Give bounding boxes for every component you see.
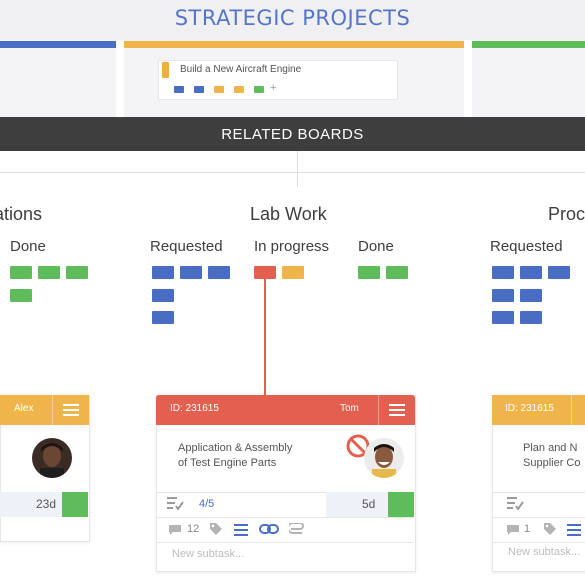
mini-card[interactable] xyxy=(10,266,32,279)
epic-progress-square xyxy=(214,86,224,93)
mini-card[interactable] xyxy=(520,289,542,302)
connector-horizontal xyxy=(0,172,585,173)
mini-card[interactable] xyxy=(386,266,408,279)
card-title-line-1: Plan and N xyxy=(523,442,578,454)
tag-icon[interactable] xyxy=(209,522,223,541)
card-title-line-2: of Test Engine Parts xyxy=(178,457,277,469)
menu-icon xyxy=(63,404,79,406)
board-title-production[interactable]: Proc xyxy=(548,204,585,225)
mini-card[interactable] xyxy=(358,266,380,279)
attachment-icon[interactable] xyxy=(287,522,307,540)
column-label-requested: Requested xyxy=(490,238,563,255)
new-subtask-input[interactable]: New subtask... xyxy=(172,548,244,560)
card-days: 23d xyxy=(36,497,57,511)
mini-card[interactable] xyxy=(492,289,514,302)
menu-icon xyxy=(63,409,79,411)
column-label-done: Done xyxy=(358,238,394,255)
card-header-divider xyxy=(571,395,572,425)
mini-card[interactable] xyxy=(492,266,514,279)
column-label-done: Done xyxy=(10,238,46,255)
avatar xyxy=(364,438,404,478)
epic-progress-square xyxy=(194,86,204,93)
tag-icon[interactable] xyxy=(543,522,557,541)
card-menu-button[interactable] xyxy=(378,395,415,425)
column-label-in-progress: In progress xyxy=(254,238,330,255)
mini-card[interactable] xyxy=(208,266,230,279)
mini-card[interactable] xyxy=(520,311,542,324)
link-icon[interactable] xyxy=(259,522,279,540)
menu-icon xyxy=(389,404,405,406)
epic-color-marker xyxy=(162,62,169,78)
mini-card-selected[interactable] xyxy=(254,266,276,279)
epic-progress-square xyxy=(234,86,244,93)
comment-count: 12 xyxy=(187,523,200,535)
new-subtask-input[interactable]: New subtask... xyxy=(508,546,580,558)
card-id: ID: 231615 xyxy=(505,403,554,414)
card-divider xyxy=(156,517,414,518)
menu-icon xyxy=(389,409,405,411)
add-icon[interactable]: + xyxy=(270,83,276,94)
status-box xyxy=(388,492,414,517)
card-days: 5d xyxy=(362,497,376,511)
card-owner: Alex xyxy=(14,403,34,414)
card-menu-button[interactable] xyxy=(52,395,89,425)
avatar xyxy=(32,438,72,478)
lane-left-color-bar xyxy=(0,41,116,48)
card-divider xyxy=(156,542,414,543)
checklist-icon[interactable] xyxy=(506,496,524,515)
card-divider xyxy=(492,517,585,518)
mini-card[interactable] xyxy=(10,289,32,302)
connector-vertical xyxy=(297,151,298,187)
epic-title: Build a New Aircraft Engine xyxy=(180,64,302,75)
mini-card[interactable] xyxy=(492,311,514,324)
description-icon[interactable] xyxy=(234,523,248,541)
related-boards-title: RELATED BOARDS xyxy=(221,126,364,143)
card-id: ID: 231615 xyxy=(170,403,219,414)
lane-right-color-bar xyxy=(472,41,585,48)
epic-progress-square xyxy=(254,86,264,93)
mini-card[interactable] xyxy=(152,266,174,279)
mini-card[interactable] xyxy=(38,266,60,279)
checklist-icon[interactable] xyxy=(166,496,184,515)
comment-icon[interactable] xyxy=(168,523,182,541)
mini-card[interactable] xyxy=(180,266,202,279)
card-divider xyxy=(492,542,585,543)
strategic-projects-title: STRATEGIC PROJECTS xyxy=(174,6,411,30)
menu-icon xyxy=(63,414,79,416)
card-days-cell xyxy=(326,492,388,517)
lane-right xyxy=(472,40,585,118)
column-label-requested: Requested xyxy=(150,238,223,255)
card-link-line xyxy=(264,279,266,395)
status-box xyxy=(62,492,88,517)
board-title-lab-work[interactable]: Lab Work xyxy=(250,204,327,225)
lane-left xyxy=(0,40,116,118)
mini-card[interactable] xyxy=(152,311,174,324)
card-divider xyxy=(492,492,585,493)
epic-progress-square xyxy=(174,86,184,93)
lane-center-color-bar xyxy=(124,41,464,48)
board-title-operations[interactable]: ations xyxy=(0,204,42,225)
mini-card[interactable] xyxy=(548,266,570,279)
menu-icon xyxy=(389,414,405,416)
card-owner: Tom xyxy=(340,403,359,414)
mini-card[interactable] xyxy=(66,266,88,279)
comment-count: 1 xyxy=(524,523,531,535)
mini-card[interactable] xyxy=(152,289,174,302)
mini-card[interactable] xyxy=(520,266,542,279)
card-title-line-2: Supplier Co xyxy=(523,457,581,469)
comment-icon[interactable] xyxy=(506,523,520,541)
checklist-progress: 4/5 xyxy=(199,498,215,510)
description-icon[interactable] xyxy=(567,523,581,541)
mini-card[interactable] xyxy=(282,266,304,279)
card-title-line-1: Application & Assembly xyxy=(178,442,293,454)
